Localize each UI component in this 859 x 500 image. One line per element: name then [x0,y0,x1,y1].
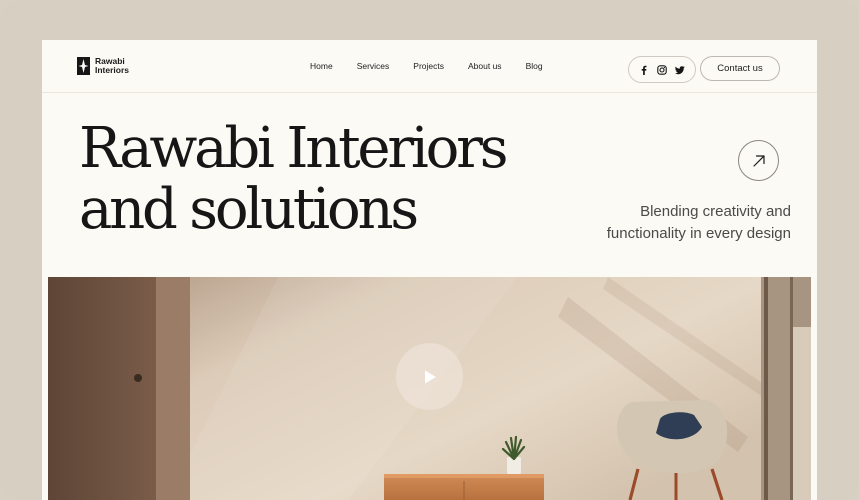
twitter-icon[interactable] [675,65,685,75]
nav-services-link[interactable]: Services [357,61,390,71]
social-links [628,56,696,83]
nav-projects-link[interactable]: Projects [413,61,444,71]
logo-mark-icon [77,57,90,75]
instagram-icon[interactable] [657,64,667,75]
nav-about-link[interactable]: About us [468,61,502,71]
tagline-line1: Blending creativity and [640,203,791,220]
contact-us-button[interactable]: Contact us [700,56,780,81]
hero-title-line2: and solutions [79,177,419,242]
nav-home-link[interactable]: Home [310,61,333,71]
brand-logo[interactable]: Rawabi Interiors [77,57,129,75]
top-navigation: Rawabi Interiors Home Services Projects … [42,40,817,93]
brand-name-line2: Interiors [95,65,130,75]
hero-title-line1: Rawabi Interiors [79,116,508,181]
play-icon [424,370,436,383]
brand-name: Rawabi Interiors [95,57,129,75]
arrow-up-right-icon [752,154,765,167]
hero-title: Rawabi Interiors and solutions [79,116,508,242]
interior-video-thumbnail[interactable] [48,277,811,500]
website-page: Rawabi Interiors Home Services Projects … [42,40,817,500]
main-menu: Home Services Projects About us Blog [310,61,567,71]
play-video-button[interactable] [396,343,463,410]
device-frame: Rawabi Interiors Home Services Projects … [0,0,859,500]
explore-arrow-button[interactable] [738,140,779,181]
nav-blog-link[interactable]: Blog [526,61,543,71]
tagline-line2: functionality in every design [606,224,791,242]
hero-tagline: Blending creativity and functionality in… [607,201,791,244]
facebook-icon[interactable] [639,65,649,75]
